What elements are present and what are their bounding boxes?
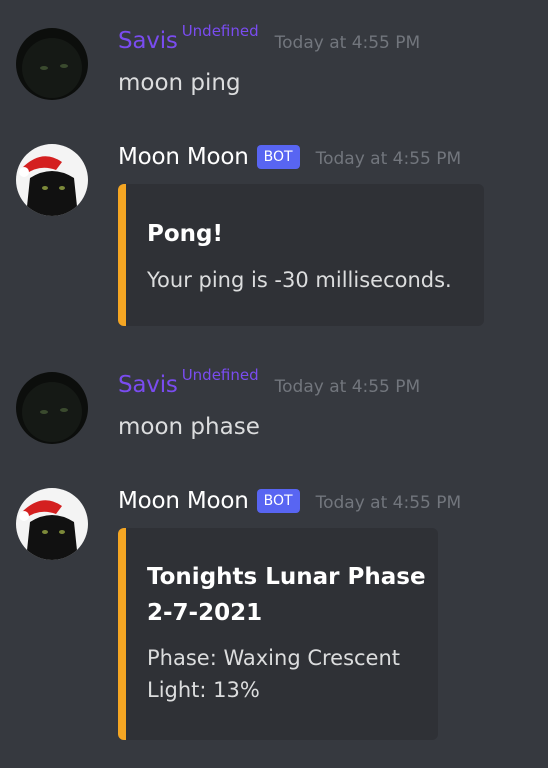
message-4: Moon Moon BOT Today at 4:55 PM Tonights …: [0, 474, 548, 768]
role-tag: Undefined: [181, 22, 259, 40]
embed-description-phase: Phase: Waxing Crescent: [147, 646, 401, 670]
role-tag: Undefined: [181, 366, 259, 384]
bot-avatar-icon[interactable]: [16, 144, 88, 216]
embed: Pong! Your ping is -30 milliseconds.: [118, 184, 484, 326]
message-2: Moon Moon BOT Today at 4:55 PM Pong! You…: [0, 130, 548, 340]
message-text: moon ping: [118, 70, 241, 96]
timestamp: Today at 4:55 PM: [315, 493, 462, 513]
message-3: Savis Undefined Today at 4:55 PM moon ph…: [0, 344, 548, 464]
embed-title: Tonights Lunar Phase: [147, 564, 426, 590]
embed-title-date: 2-7-2021: [147, 600, 263, 626]
user-avatar-icon[interactable]: [16, 28, 88, 100]
bot-badge: BOT: [256, 489, 300, 513]
message-text: moon phase: [118, 414, 260, 440]
timestamp: Today at 4:55 PM: [274, 33, 421, 53]
user-avatar-icon[interactable]: [16, 372, 88, 444]
username[interactable]: Savis: [118, 372, 178, 398]
message-header: Moon Moon BOT Today at 4:55 PM: [118, 488, 461, 516]
bot-avatar-icon[interactable]: [16, 488, 88, 560]
embed-description-light: Light: 13%: [147, 678, 260, 702]
timestamp: Today at 4:55 PM: [315, 149, 462, 169]
message-header: Savis Undefined Today at 4:55 PM: [118, 22, 421, 54]
username[interactable]: Moon Moon: [118, 144, 249, 170]
timestamp: Today at 4:55 PM: [274, 377, 421, 397]
message-1: Savis Undefined Today at 4:55 PM moon pi…: [0, 0, 548, 120]
embed: Tonights Lunar Phase 2-7-2021 Phase: Wax…: [118, 528, 438, 740]
username[interactable]: Savis: [118, 28, 178, 54]
embed-description: Your ping is -30 milliseconds.: [147, 268, 452, 292]
embed-title: Pong!: [147, 221, 223, 247]
message-header: Savis Undefined Today at 4:55 PM: [118, 366, 421, 398]
bot-badge: BOT: [256, 145, 300, 169]
message-header: Moon Moon BOT Today at 4:55 PM: [118, 144, 461, 172]
username[interactable]: Moon Moon: [118, 488, 249, 514]
